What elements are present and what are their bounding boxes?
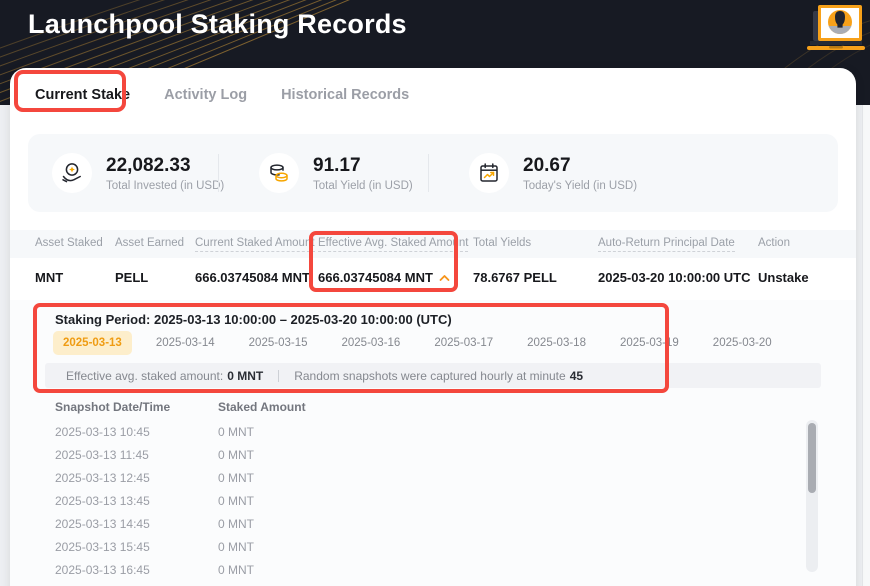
tab-current-stake[interactable]: Current Stake (35, 86, 130, 104)
snapshot-amount: 0 MNT (218, 517, 254, 531)
effective-avg-summary-value: 0 MNT (227, 368, 264, 383)
launchpool-staking-records-page: Launchpool Staking Records Current Stake… (0, 0, 870, 586)
effective-avg-summary-label: Effective avg. staked amount: (66, 368, 224, 383)
snapshot-scrollbar-track[interactable] (806, 420, 818, 572)
column-asset-earned: Asset Earned (115, 237, 185, 249)
total-yield-value: 91.17 (313, 154, 361, 176)
cell-effective-avg-staked-amount[interactable]: 666.03745084 MNT (318, 270, 450, 285)
column-snapshot-datetime: Snapshot Date/Time (55, 400, 171, 414)
cell-asset-earned: PELL (115, 270, 149, 285)
total-invested-label: Total Invested (in USD) (106, 179, 225, 192)
column-action: Action (758, 237, 790, 249)
column-asset-staked: Asset Staked (35, 237, 103, 249)
snapshot-note: Random snapshots were captured hourly at… (294, 368, 566, 383)
date-chip-2025-03-20[interactable]: 2025-03-20 (703, 331, 782, 355)
total-invested-value: 22,082.33 (106, 154, 191, 176)
summary-stats: 22,082.33 Total Invested (in USD) 91.17 … (28, 134, 838, 212)
date-chip-2025-03-13[interactable]: 2025-03-13 (53, 331, 132, 355)
cell-total-yields: 78.6767 PELL (473, 270, 557, 285)
snapshot-amount: 0 MNT (218, 494, 254, 508)
hand-coin-icon (52, 153, 92, 193)
snapshot-time: 2025-03-13 12:45 (55, 471, 150, 485)
date-chip-2025-03-15[interactable]: 2025-03-15 (239, 331, 318, 355)
cell-current-staked-amount: 666.03745084 MNT (195, 270, 310, 285)
stat-total-yield: 91.17 Total Yield (in USD) (219, 153, 428, 193)
cell-auto-return-date: 2025-03-20 10:00:00 UTC (598, 270, 751, 285)
snapshot-amount: 0 MNT (218, 563, 254, 577)
snapshot-summary-bar: Effective avg. staked amount: 0 MNT Rand… (45, 363, 821, 388)
snapshot-note-minute: 45 (569, 368, 584, 383)
column-total-yields: Total Yields (473, 237, 532, 249)
date-chip-row: 2025-03-13 2025-03-14 2025-03-15 2025-03… (53, 331, 782, 355)
snapshot-scrollbar-thumb[interactable] (808, 423, 816, 493)
page-title: Launchpool Staking Records (28, 9, 407, 39)
records-card: Current Stake Activity Log Historical Re… (10, 68, 856, 586)
tab-activity-log[interactable]: Activity Log (164, 86, 247, 104)
snapshot-amount: 0 MNT (218, 471, 254, 485)
total-yield-label: Total Yield (in USD) (313, 179, 413, 192)
effective-avg-value: 666.03745084 MNT (318, 270, 433, 285)
snapshot-amount: 0 MNT (218, 540, 254, 554)
snapshot-time: 2025-03-13 16:45 (55, 563, 150, 577)
page-scrollbar[interactable] (862, 105, 870, 586)
chevron-up-icon[interactable] (439, 274, 450, 282)
date-chip-2025-03-17[interactable]: 2025-03-17 (424, 331, 503, 355)
date-chip-2025-03-14[interactable]: 2025-03-14 (146, 331, 225, 355)
snapshot-amount: 0 MNT (218, 425, 254, 439)
unstake-button[interactable]: Unstake (758, 270, 809, 285)
date-chip-2025-03-16[interactable]: 2025-03-16 (331, 331, 410, 355)
stat-total-invested: 22,082.33 Total Invested (in USD) (28, 153, 224, 193)
table-row: MNT PELL 666.03745084 MNT 666.03745084 M… (10, 258, 856, 300)
today-yield-label: Today's Yield (in USD) (523, 179, 638, 192)
summary-divider (278, 369, 280, 382)
positions-table-header: Asset Staked Asset Earned Current Staked… (10, 230, 856, 258)
column-current-staked-amount[interactable]: Current Staked Amount (195, 237, 315, 252)
stat-today-yield: 20.67 Today's Yield (in USD) (429, 153, 838, 193)
date-chip-2025-03-19[interactable]: 2025-03-19 (610, 331, 689, 355)
snapshot-time: 2025-03-13 14:45 (55, 517, 150, 531)
staking-period-title: Staking Period: 2025-03-13 10:00:00 – 20… (55, 312, 452, 327)
calendar-chart-icon (469, 153, 509, 193)
column-auto-return-principal-date[interactable]: Auto-Return Principal Date (598, 237, 735, 252)
column-effective-avg-staked-amount[interactable]: Effective Avg. Staked Amount (318, 237, 469, 252)
column-staked-amount: Staked Amount (218, 400, 306, 414)
snapshot-time: 2025-03-13 13:45 (55, 494, 150, 508)
date-chip-2025-03-18[interactable]: 2025-03-18 (517, 331, 596, 355)
laptop-user-icon (807, 5, 865, 50)
snapshot-time: 2025-03-13 11:45 (55, 448, 149, 462)
tab-historical-records[interactable]: Historical Records (281, 86, 409, 104)
snapshot-time: 2025-03-13 10:45 (55, 425, 150, 439)
staking-detail-panel: Staking Period: 2025-03-13 10:00:00 – 20… (10, 300, 856, 586)
snapshot-amount: 0 MNT (218, 448, 254, 462)
cell-asset-staked: MNT (35, 270, 64, 285)
today-yield-value: 20.67 (523, 154, 571, 176)
coin-stack-icon (259, 153, 299, 193)
snapshot-time: 2025-03-13 15:45 (55, 540, 150, 554)
tab-bar: Current Stake Activity Log Historical Re… (35, 86, 409, 104)
